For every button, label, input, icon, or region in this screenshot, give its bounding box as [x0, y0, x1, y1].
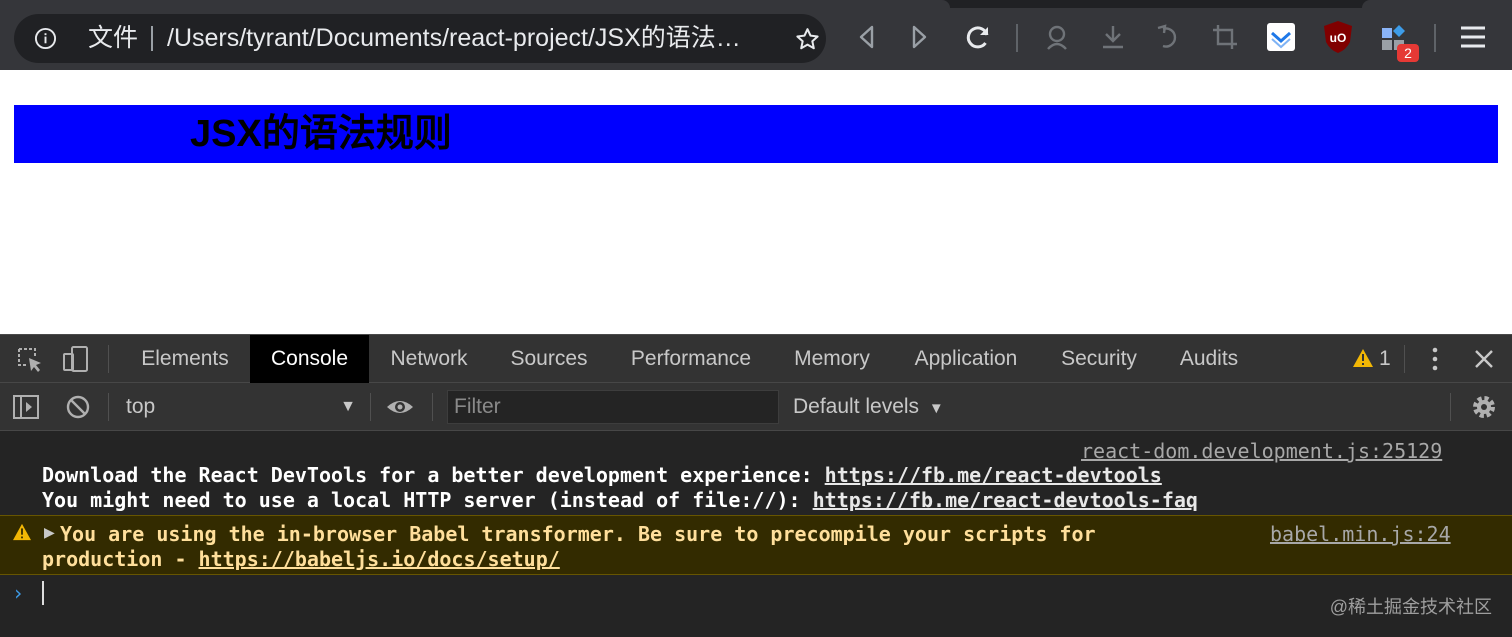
tab-network[interactable]: Network: [378, 335, 480, 383]
more-options-icon[interactable]: [1421, 345, 1449, 373]
tab-audits[interactable]: Audits: [1168, 335, 1250, 383]
chevron-down-icon: ▼: [340, 398, 356, 415]
info-source-link[interactable]: react-dom.development.js:25129: [1081, 439, 1442, 464]
log-levels-label: Default levels: [793, 395, 920, 418]
heading-banner: JSX的语法规则: [14, 105, 1498, 163]
devtools-panel: Elements Console Network Sources Perform…: [0, 334, 1512, 637]
consolebar-separator: [370, 393, 371, 421]
babel-setup-link[interactable]: https://babeljs.io/docs/setup/: [199, 547, 560, 571]
context-value: top: [126, 395, 156, 418]
toolbar-separator: [1016, 24, 1018, 52]
devtools-link[interactable]: https://fb.me/react-devtools: [825, 463, 1162, 487]
sidebar-toggle-icon[interactable]: [12, 393, 40, 421]
log-levels-dropdown[interactable]: Default levels ▼: [793, 392, 944, 424]
tab-application[interactable]: Application: [902, 335, 1030, 383]
console-message: You might need to use a local HTTP serve…: [42, 488, 1198, 513]
omnibox-divider: [151, 26, 153, 51]
undo-icon[interactable]: [1154, 22, 1184, 52]
page-heading: JSX的语法规则: [190, 113, 452, 155]
address-bar[interactable]: 文件 /Users/tyrant/Documents/react-project…: [14, 14, 826, 63]
prompt-chevron-icon: ›: [12, 581, 25, 605]
tab-memory[interactable]: Memory: [782, 335, 882, 383]
extension-count-badge: 2: [1397, 44, 1419, 62]
tab-console[interactable]: Console: [250, 335, 369, 383]
tabbar-separator: [108, 345, 109, 373]
profile-icon[interactable]: [1042, 22, 1072, 52]
console-message: Download the React DevTools for a better…: [42, 463, 1162, 488]
console-output: react-dom.development.js:25129 Download …: [0, 431, 1512, 637]
console-input-caret[interactable]: [42, 581, 44, 605]
console-toolbar: top ▼ Default levels ▼: [0, 383, 1512, 431]
page-viewport: JSX的语法规则: [0, 70, 1512, 334]
forward-icon[interactable]: [904, 22, 934, 52]
filter-input[interactable]: [447, 390, 779, 424]
crop-icon[interactable]: [1210, 22, 1240, 52]
info-icon[interactable]: [34, 27, 57, 50]
clear-console-icon[interactable]: [64, 393, 92, 421]
menu-icon[interactable]: [1458, 22, 1488, 52]
gear-icon[interactable]: [1470, 393, 1498, 421]
warning-text-line2: production - https://babeljs.io/docs/set…: [42, 547, 560, 572]
consolebar-separator: [1450, 393, 1451, 421]
download-icon[interactable]: [1098, 22, 1128, 52]
tab-strip: [0, 0, 1512, 8]
warning-icon: [13, 523, 31, 541]
scheme-label: 文件: [88, 24, 139, 52]
url-text[interactable]: /Users/tyrant/Documents/react-project/JS…: [167, 24, 767, 53]
watermark: @稀土掘金技术社区: [1329, 597, 1492, 617]
bookmark-star-icon[interactable]: [794, 26, 821, 53]
warning-message: ▶ babel.min.js:24 You are using the in-b…: [0, 515, 1512, 575]
inspect-element-icon[interactable]: [16, 346, 44, 374]
consolebar-separator: [432, 393, 433, 421]
eye-icon[interactable]: [386, 393, 414, 421]
browser-toolbar: 文件 /Users/tyrant/Documents/react-project…: [0, 0, 1512, 70]
device-toolbar-icon[interactable]: [62, 345, 90, 373]
context-select[interactable]: top ▼: [126, 392, 356, 422]
devtools-tabbar: Elements Console Network Sources Perform…: [0, 335, 1512, 383]
expand-triangle-icon[interactable]: ▶: [44, 524, 55, 541]
close-icon[interactable]: [1470, 345, 1498, 373]
tab-elements[interactable]: Elements: [130, 335, 240, 383]
warning-text: You are using the in-browser Babel trans…: [60, 522, 1096, 546]
back-icon[interactable]: [852, 22, 882, 52]
tab-sources[interactable]: Sources: [499, 335, 599, 383]
toolbar-separator: [1434, 24, 1436, 52]
warning-icon[interactable]: [1352, 348, 1374, 368]
tab-performance[interactable]: Performance: [620, 335, 762, 383]
chevron-down-icon: ▼: [928, 400, 944, 417]
active-tab[interactable]: [0, 0, 950, 8]
svg-text:uO: uO: [1330, 31, 1347, 45]
background-tab[interactable]: [1362, 0, 1512, 8]
warning-count[interactable]: 1: [1379, 335, 1391, 383]
tabbar-separator: [1404, 345, 1405, 373]
warn-source-link[interactable]: babel.min.js:24: [1270, 522, 1451, 547]
consolebar-separator: [108, 393, 109, 421]
tab-security[interactable]: Security: [1050, 335, 1148, 383]
message-text: Download the React DevTools for a better…: [42, 463, 825, 487]
pocket-extension-icon[interactable]: [1266, 22, 1296, 52]
devtools-faq-link[interactable]: https://fb.me/react-devtools-faq: [813, 488, 1198, 512]
ublock-extension-icon[interactable]: uO: [1322, 20, 1354, 54]
reload-icon[interactable]: [963, 22, 993, 52]
message-text: production -: [42, 547, 199, 571]
message-text: You might need to use a local HTTP serve…: [42, 488, 813, 512]
